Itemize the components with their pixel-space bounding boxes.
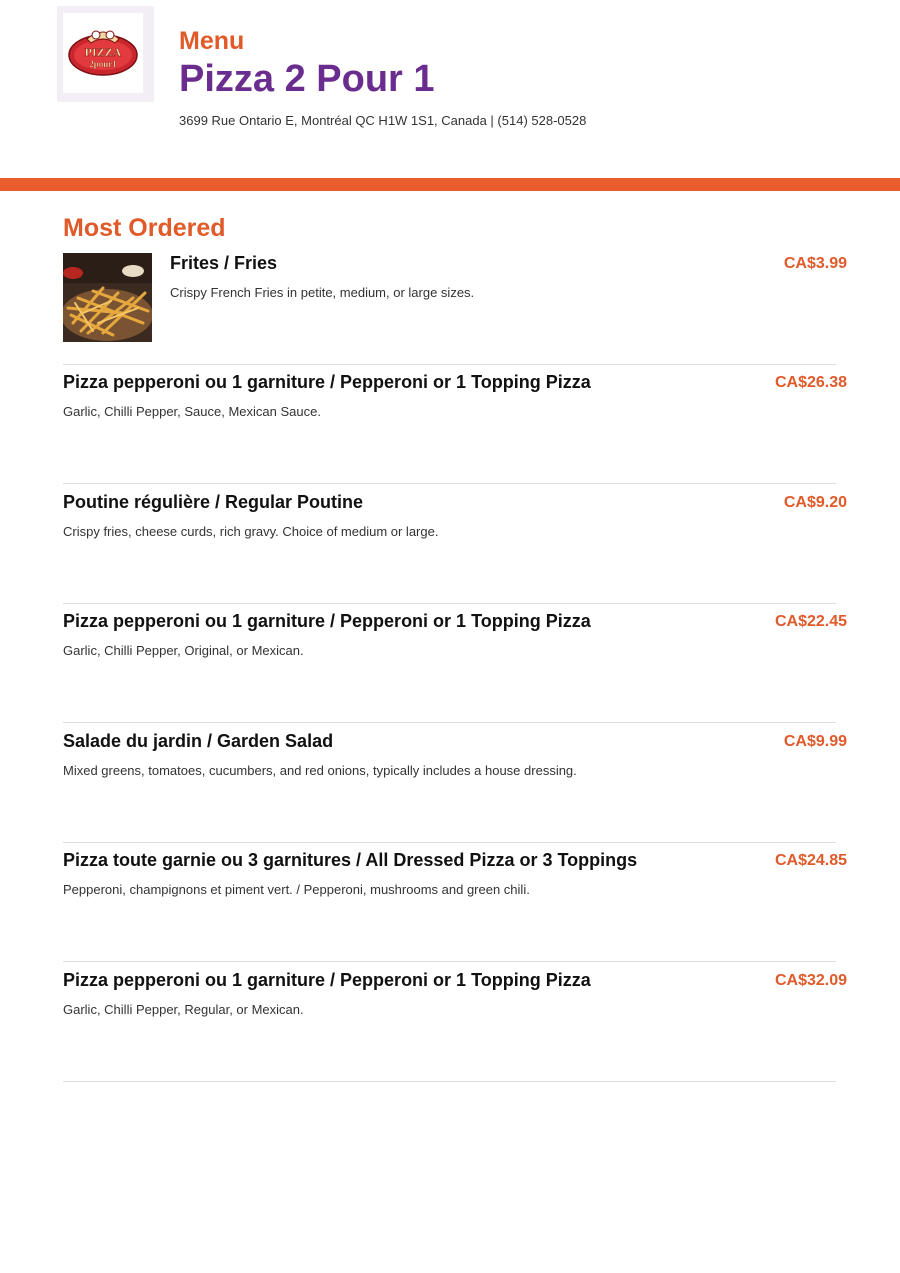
item-name: Pizza toute garnie ou 3 garnitures / All… (63, 850, 638, 870)
item-divider (63, 483, 836, 484)
restaurant-logo: PIZZA 2pour1 (63, 13, 143, 93)
item-price: CA$9.99 (783, 733, 847, 750)
item-name: Pizza pepperoni ou 1 garniture / Peppero… (63, 970, 591, 990)
restaurant-address: 3699 Rue Ontario E, Montréal QC H1W 1S1,… (179, 113, 587, 128)
item-description: Crispy French Fries in petite, medium, o… (170, 285, 475, 300)
menu-header: PIZZA 2pour1 Menu Pizza 2 Pour 1 3699 Ru… (0, 0, 900, 178)
menu-item[interactable]: Pizza pepperoni ou 1 garniture / Peppero… (63, 372, 847, 492)
item-description: Garlic, Chilli Pepper, Regular, or Mexic… (63, 1002, 304, 1017)
item-description: Pepperoni, champignons et piment vert. /… (63, 882, 530, 897)
item-divider (63, 603, 836, 604)
logo-text-bottom: 2pour1 (89, 59, 117, 69)
fries-image-icon (63, 253, 152, 342)
item-description: Mixed greens, tomatoes, cucumbers, and r… (63, 763, 577, 778)
item-name: Frites / Fries (170, 253, 278, 273)
item-description: Garlic, Chilli Pepper, Original, or Mexi… (63, 643, 304, 658)
menu-item[interactable]: Poutine régulière / Regular Poutine Cris… (63, 492, 847, 612)
item-price: CA$3.99 (783, 255, 847, 272)
menu-label: Menu (179, 27, 245, 55)
item-price: CA$26.38 (774, 374, 847, 391)
restaurant-name: Pizza 2 Pour 1 (179, 58, 435, 100)
pizza-logo-icon: PIZZA 2pour1 (68, 30, 138, 76)
item-description: Garlic, Chilli Pepper, Sauce, Mexican Sa… (63, 404, 321, 419)
item-divider (63, 364, 836, 365)
item-name: Pizza pepperoni ou 1 garniture / Peppero… (63, 611, 591, 631)
item-price: CA$9.20 (783, 494, 847, 511)
section-title-most-ordered: Most Ordered (63, 214, 226, 242)
item-divider (63, 1081, 836, 1082)
menu-item[interactable]: Pizza pepperoni ou 1 garniture / Peppero… (63, 611, 847, 731)
item-name: Salade du jardin / Garden Salad (63, 731, 334, 751)
logo-text-top: PIZZA (85, 45, 122, 59)
item-divider (63, 961, 836, 962)
item-price: CA$22.45 (774, 613, 847, 630)
header-divider-band (0, 178, 900, 191)
item-divider (63, 842, 836, 843)
item-price: CA$24.85 (774, 852, 847, 869)
menu-item[interactable]: Salade du jardin / Garden Salad Mixed gr… (63, 731, 847, 851)
menu-item[interactable]: Frites / Fries Crispy French Fries in pe… (63, 253, 847, 373)
item-description: Crispy fries, cheese curds, rich gravy. … (63, 524, 439, 539)
item-price: CA$32.09 (774, 972, 847, 989)
item-name: Poutine régulière / Regular Poutine (63, 492, 364, 512)
menu-item[interactable]: Pizza pepperoni ou 1 garniture / Peppero… (63, 970, 847, 1090)
fries-photo (63, 253, 152, 342)
menu-item[interactable]: Pizza toute garnie ou 3 garnitures / All… (63, 850, 847, 970)
logo-container: PIZZA 2pour1 (57, 6, 154, 102)
item-divider (63, 722, 836, 723)
item-name: Pizza pepperoni ou 1 garniture / Peppero… (63, 372, 591, 392)
